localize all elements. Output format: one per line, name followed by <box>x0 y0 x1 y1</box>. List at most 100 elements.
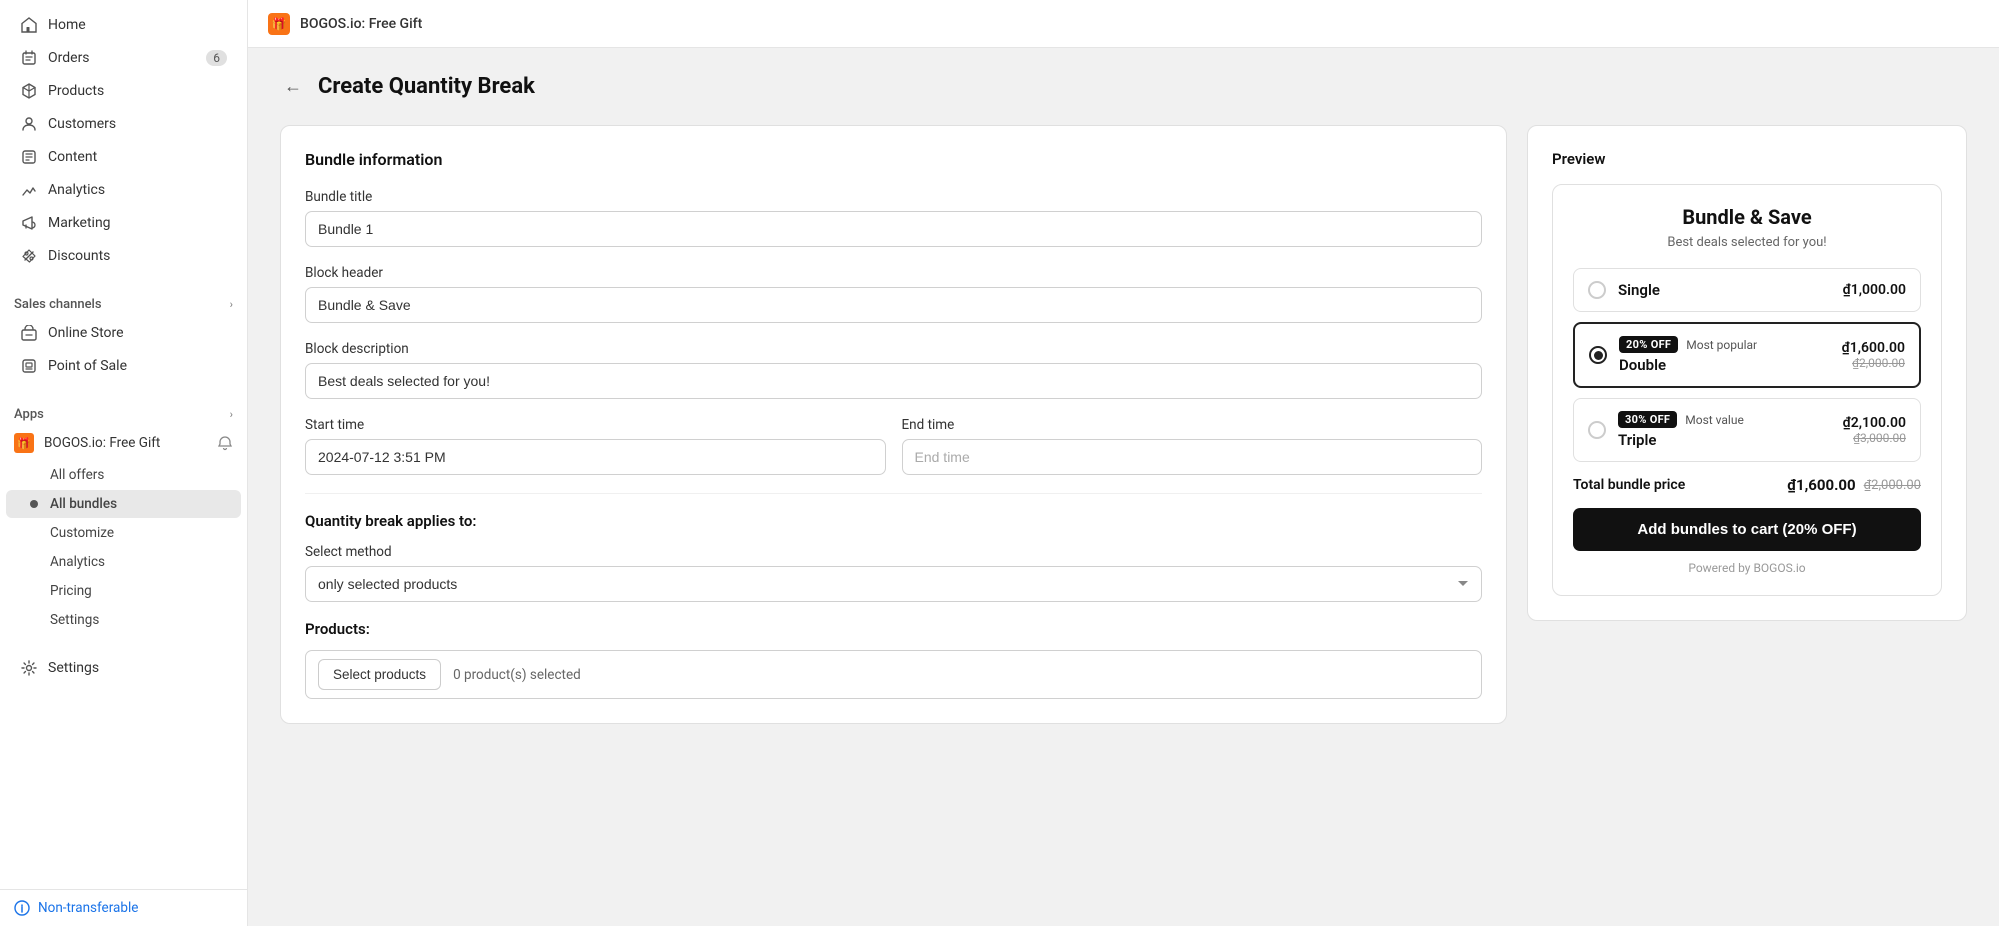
sidebar-sub-all-bundles[interactable]: All bundles <box>6 490 241 518</box>
sidebar-sub-analytics[interactable]: Analytics <box>6 548 241 576</box>
sidebar-item-discounts[interactable]: Discounts <box>6 240 241 272</box>
end-time-label: End time <box>902 417 1483 433</box>
bundle-original-price-triple: ₫3,000.00 <box>1843 431 1906 445</box>
block-header-group: Block header <box>305 265 1482 323</box>
bundle-info-panel: Bundle information Bundle title Block he… <box>280 125 1507 724</box>
all-bundles-label: All bundles <box>50 496 117 512</box>
end-time-input[interactable] <box>902 439 1483 475</box>
total-prices: ₫1,600.00 ₫2,000.00 <box>1787 476 1921 494</box>
end-time-col: End time <box>902 417 1483 475</box>
apps-chevron: › <box>230 408 233 421</box>
content-area: ← Create Quantity Break Bundle informati… <box>248 48 1999 926</box>
non-transferable-label: Non-transferable <box>38 900 138 916</box>
block-header-input[interactable] <box>305 287 1482 323</box>
back-button[interactable]: ← <box>280 72 306 101</box>
applies-title: Quantity break applies to: <box>305 512 1482 530</box>
sales-channels-section: Sales channels › Online Store Point of S… <box>0 281 247 391</box>
select-method-label: Select method <box>305 544 1482 560</box>
sidebar: Home Orders 6 Products Customers <box>0 0 248 926</box>
sidebar-item-products-label: Products <box>48 83 104 99</box>
total-current-price: ₫1,600.00 <box>1787 476 1855 494</box>
sidebar-item-analytics[interactable]: Analytics <box>6 174 241 206</box>
sidebar-item-online-store[interactable]: Online Store <box>6 317 241 349</box>
sidebar-item-content-label: Content <box>48 149 97 165</box>
pos-icon <box>20 357 38 375</box>
sidebar-bogos-label: BOGOS.io: Free Gift <box>44 435 160 451</box>
sidebar-item-home[interactable]: Home <box>6 9 241 41</box>
sidebar-item-orders[interactable]: Orders 6 <box>6 42 241 74</box>
home-icon <box>20 16 38 34</box>
sidebar-item-settings[interactable]: Settings <box>6 652 241 684</box>
sidebar-item-online-store-label: Online Store <box>48 325 124 341</box>
add-cart-button[interactable]: Add bundles to cart (20% OFF) <box>1573 508 1921 551</box>
bundle-name-single: Single <box>1618 281 1831 299</box>
bundle-name-double: Double <box>1619 356 1830 374</box>
products-selected-count: 0 product(s) selected <box>453 667 581 683</box>
block-description-input[interactable] <box>305 363 1482 399</box>
bundle-info-double: 20% OFF Most popular Double <box>1619 336 1830 374</box>
bundle-title-input[interactable] <box>305 211 1482 247</box>
bundle-info-title: Bundle information <box>305 150 1482 169</box>
sidebar-item-customers[interactable]: Customers <box>6 108 241 140</box>
bundle-price-double: ₫1,600.00 ₫2,000.00 <box>1842 340 1905 370</box>
start-time-input[interactable] <box>305 439 886 475</box>
topbar-title: BOGOS.io: Free Gift <box>300 16 422 32</box>
all-offers-label: All offers <box>50 467 104 483</box>
bundle-price-triple: ₫2,100.00 ₫3,000.00 <box>1843 415 1906 445</box>
notification-bell-icon[interactable] <box>217 435 233 451</box>
sidebar-sub-pricing[interactable]: Pricing <box>6 577 241 605</box>
orders-badge: 6 <box>206 50 227 66</box>
tag-triple-discount: 30% OFF <box>1618 411 1677 428</box>
select-method-dropdown[interactable]: only selected products all products spec… <box>305 566 1482 602</box>
sales-channels-label: Sales channels <box>14 297 102 312</box>
preview-title: Preview <box>1552 150 1942 168</box>
sidebar-sub-all-offers[interactable]: All offers <box>6 461 241 489</box>
main-nav: Home Orders 6 Products Customers <box>0 0 247 281</box>
sidebar-item-pos-label: Point of Sale <box>48 358 127 374</box>
select-products-button[interactable]: Select products <box>318 659 441 690</box>
sidebar-item-customers-label: Customers <box>48 116 116 132</box>
sidebar-item-products[interactable]: Products <box>6 75 241 107</box>
total-label: Total bundle price <box>1573 477 1685 493</box>
bundle-option-double[interactable]: 20% OFF Most popular Double ₫1,600.00 ₫2… <box>1573 322 1921 388</box>
bogos-icon: 🎁 <box>14 433 34 453</box>
sidebar-sub-settings[interactable]: Settings <box>6 606 241 634</box>
analytics-sub-label: Analytics <box>50 554 105 570</box>
preview-panel: Preview Bundle & Save Best deals selecte… <box>1527 125 1967 621</box>
online-store-icon <box>20 324 38 342</box>
topbar: 🎁 BOGOS.io: Free Gift <box>248 0 1999 48</box>
sidebar-item-point-of-sale[interactable]: Point of Sale <box>6 350 241 382</box>
page-title: Create Quantity Break <box>318 74 535 99</box>
bundle-option-single[interactable]: Single ₫1,000.00 <box>1573 268 1921 312</box>
settings-icon <box>20 659 38 677</box>
settings-section: Settings <box>0 643 247 693</box>
sidebar-item-marketing[interactable]: Marketing <box>6 207 241 239</box>
content-icon <box>20 148 38 166</box>
bundle-price-single: ₫1,000.00 <box>1843 282 1906 298</box>
apps-label: Apps <box>14 407 44 422</box>
sidebar-sub-customize[interactable]: Customize <box>6 519 241 547</box>
bundle-option-triple[interactable]: 30% OFF Most value Triple ₫2,100.00 ₫3,0… <box>1573 398 1921 462</box>
main-content: 🎁 BOGOS.io: Free Gift ← Create Quantity … <box>248 0 1999 926</box>
bundle-tags-double: 20% OFF Most popular <box>1619 336 1830 353</box>
sidebar-item-discounts-label: Discounts <box>48 248 110 264</box>
products-row: Select products 0 product(s) selected <box>305 650 1482 699</box>
customize-label: Customize <box>50 525 114 541</box>
total-original-price: ₫2,000.00 <box>1864 478 1921 493</box>
non-transferable-item[interactable]: Non-transferable <box>0 889 247 926</box>
customers-icon <box>20 115 38 133</box>
orders-icon <box>20 49 38 67</box>
sidebar-item-content[interactable]: Content <box>6 141 241 173</box>
settings-sub-label: Settings <box>50 612 99 628</box>
block-description-label: Block description <box>305 341 1482 357</box>
sales-channels-header[interactable]: Sales channels › <box>0 289 247 316</box>
powered-by: Powered by BOGOS.io <box>1573 561 1921 575</box>
bundle-title-label: Bundle title <box>305 189 1482 205</box>
two-col-layout: Bundle information Bundle title Block he… <box>280 125 1967 724</box>
preview-card-subtitle: Best deals selected for you! <box>1573 235 1921 250</box>
apps-header[interactable]: Apps › <box>0 399 247 426</box>
pricing-label: Pricing <box>50 583 92 599</box>
products-label: Products: <box>305 620 1482 638</box>
sidebar-item-bogos[interactable]: 🎁 BOGOS.io: Free Gift <box>0 426 247 460</box>
bundle-current-price-triple: ₫2,100.00 <box>1843 415 1906 431</box>
